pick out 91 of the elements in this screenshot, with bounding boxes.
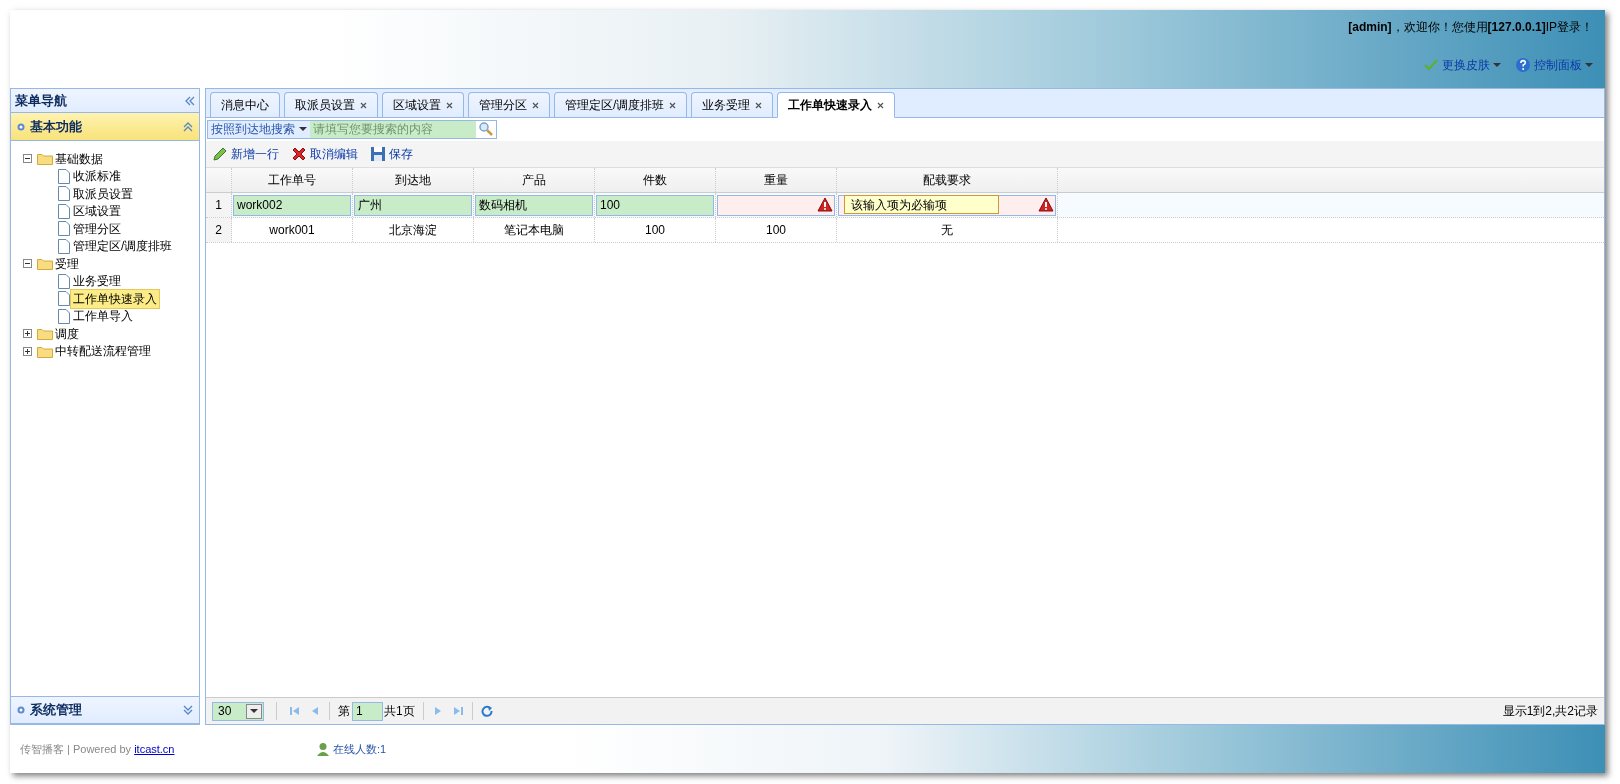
cell-input[interactable]: 100 — [596, 194, 714, 216]
page-label: 第 — [338, 703, 350, 720]
folder-icon — [37, 344, 53, 358]
column-header[interactable]: 重量 — [716, 168, 837, 192]
document-icon — [57, 273, 70, 289]
accordion-header[interactable]: 基本功能 — [11, 113, 199, 141]
add-button[interactable]: 新增一行 — [212, 145, 279, 163]
site-link[interactable]: itcast.cn — [134, 742, 175, 755]
bullet-icon — [17, 122, 25, 131]
page-number-field[interactable]: 1 — [352, 701, 383, 721]
column-header[interactable]: 件数 — [595, 168, 716, 192]
folder-icon — [37, 257, 53, 271]
column-header[interactable]: 到达地 — [353, 168, 474, 192]
tree-item[interactable]: 工作单快速录入 — [70, 288, 160, 309]
collapse-icon[interactable] — [183, 121, 193, 132]
total-pages-label: 共1页 — [384, 703, 415, 720]
cell-input[interactable]: work002 — [233, 194, 351, 216]
tree-folder[interactable]: 中转配送流程管理 — [54, 342, 152, 361]
caret-icon — [1585, 63, 1593, 67]
tab[interactable]: 区域设置 — [382, 92, 464, 117]
table-cell: work001 — [232, 218, 353, 242]
accordion-header[interactable]: 系统管理 — [11, 696, 199, 724]
folder-icon — [37, 327, 53, 341]
tree-folder[interactable]: 基础数据 — [54, 149, 104, 168]
tab[interactable]: 管理定区/调度排班 — [554, 92, 688, 117]
help-icon — [1515, 57, 1531, 73]
tab[interactable]: 管理分区 — [468, 92, 550, 117]
pencil-icon — [212, 146, 228, 162]
refresh-icon[interactable] — [480, 705, 493, 717]
tab[interactable]: 消息中心 — [210, 92, 280, 117]
table-row[interactable]: 2 work001 北京海淀 笔记本电脑 100 100 无 — [206, 218, 1604, 243]
table-cell: 笔记本电脑 — [474, 218, 595, 242]
document-icon — [57, 308, 70, 324]
document-icon — [57, 186, 70, 202]
accordion-title: 基本功能 — [30, 117, 82, 136]
close-icon[interactable] — [755, 101, 763, 109]
accordion-title: 系统管理 — [30, 701, 82, 720]
table-cell: 无 — [837, 218, 1058, 242]
caret-icon — [1493, 63, 1501, 67]
close-icon[interactable] — [669, 101, 677, 109]
caret-icon — [250, 709, 258, 713]
tree-folder[interactable]: 受理 — [54, 254, 80, 273]
welcome-text: [admin]，欢迎你！您使用[127.0.0.1]IP登录！ — [1348, 19, 1593, 36]
table-row[interactable]: 1 work002 广州 数码相机 100 该输入项为必输项 — [206, 193, 1604, 218]
table-cell: 北京海淀 — [353, 218, 474, 242]
table-cell: 100 — [595, 218, 716, 242]
warning-icon — [1038, 197, 1054, 212]
sidebar-title: 菜单导航 — [15, 91, 67, 110]
cell-input[interactable]: 数码相机 — [475, 194, 593, 216]
cross-icon — [291, 146, 307, 162]
collapse-toggle-icon[interactable] — [23, 154, 32, 164]
folder-icon — [37, 152, 53, 166]
table-cell: 100 — [716, 218, 837, 242]
collapse-icon[interactable] — [185, 95, 195, 106]
page-size-select[interactable]: 30 — [212, 701, 264, 721]
save-icon — [370, 146, 386, 162]
row-number: 1 — [206, 193, 232, 217]
close-icon[interactable] — [532, 101, 539, 109]
warning-icon — [817, 197, 833, 212]
bullet-icon — [17, 706, 25, 714]
cell-input[interactable]: 广州 — [354, 194, 472, 216]
row-number: 2 — [206, 218, 232, 242]
document-icon — [57, 168, 70, 184]
collapse-toggle-icon[interactable] — [23, 259, 32, 269]
cancel-button[interactable]: 取消编辑 — [291, 145, 358, 163]
expand-toggle-icon[interactable] — [23, 329, 32, 339]
tab[interactable]: 业务受理 — [691, 92, 774, 117]
expand-toggle-icon[interactable] — [23, 346, 32, 356]
tab[interactable]: 工作单快速录入 — [777, 92, 896, 118]
column-header[interactable]: 工作单号 — [232, 168, 353, 192]
tree-item[interactable]: 管理定区/调度排班 — [70, 236, 176, 257]
user-icon — [316, 742, 330, 756]
online-count: 在线人数:1 — [333, 741, 387, 757]
cell-input[interactable] — [717, 194, 835, 216]
column-header[interactable]: 配载要求 — [837, 168, 1058, 192]
close-icon[interactable] — [360, 101, 367, 109]
expand-icon[interactable] — [183, 704, 193, 716]
document-icon — [57, 203, 70, 219]
close-icon[interactable] — [877, 101, 885, 109]
close-icon[interactable] — [446, 101, 453, 109]
error-tooltip: 该输入项为必输项 — [844, 195, 999, 214]
tree-folder[interactable]: 调度 — [54, 324, 80, 343]
save-button[interactable]: 保存 — [370, 145, 413, 163]
column-header[interactable]: 产品 — [474, 168, 595, 192]
document-icon — [57, 221, 70, 237]
document-icon — [57, 238, 70, 254]
tab[interactable]: 取派员设置 — [284, 92, 378, 117]
record-summary: 显示1到2,共2记录 — [1502, 703, 1598, 720]
credit-text: 传智播客 | Powered by — [20, 742, 133, 755]
tree-item[interactable]: 工作单导入 — [70, 306, 136, 327]
check-icon — [1423, 57, 1439, 73]
